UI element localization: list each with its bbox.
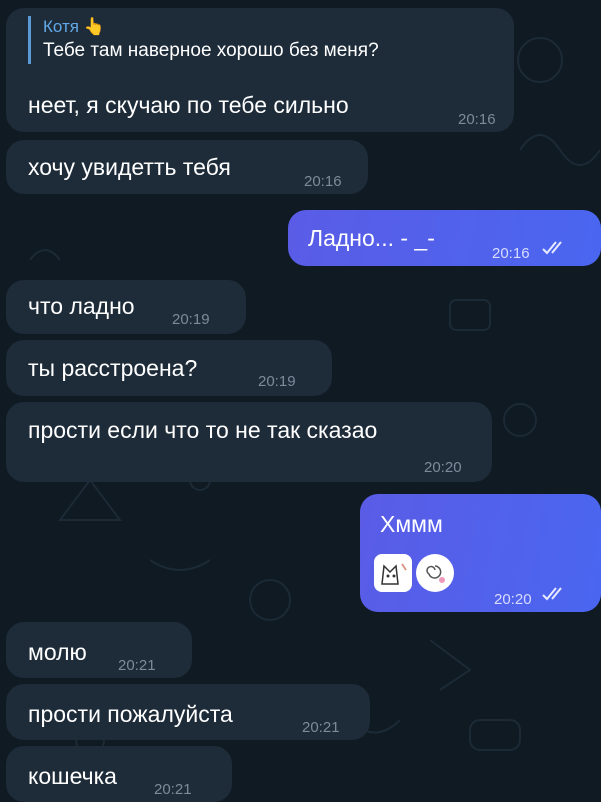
message-bubble-incoming[interactable]: молю 20:21	[6, 622, 192, 678]
message-time: 20:16	[458, 111, 496, 128]
message-text: прости пожалуйста	[28, 701, 233, 727]
message-text: прости если что то не так сказао	[28, 417, 378, 443]
message-text: что ладно	[28, 293, 135, 319]
message-text: молю	[28, 639, 87, 665]
double-check-icon	[542, 241, 562, 255]
pointing-up-emoji-icon: 👆	[83, 17, 105, 36]
message-bubble-incoming[interactable]: прости если что то не так сказао 20:20	[6, 402, 492, 482]
message-bubble-incoming[interactable]: ты расстроена? 20:19	[6, 340, 332, 396]
message-time: 20:19	[258, 373, 296, 390]
reply-sender-name: Котя	[43, 17, 79, 36]
chat-messages[interactable]: Котя 👆 Тебе там наверное хорошо без меня…	[0, 0, 601, 802]
message-text: Ладно... - _-	[308, 225, 435, 251]
reply-quote[interactable]: Котя 👆 Тебе там наверное хорошо без меня…	[28, 16, 379, 64]
message-bubble-outgoing[interactable]: Ладно... - _- 20:16	[288, 210, 601, 266]
swirl-sticker-icon[interactable]	[416, 554, 454, 592]
message-bubble-incoming[interactable]: что ладно 20:19	[6, 280, 246, 334]
message-text: ты расстроена?	[28, 355, 198, 381]
message-bubble-incoming[interactable]: Котя 👆 Тебе там наверное хорошо без меня…	[6, 8, 514, 132]
message-time: 20:19	[172, 311, 210, 328]
message-time: 20:21	[118, 657, 156, 674]
message-time: 20:20	[424, 459, 462, 476]
message-text: Хммм	[380, 511, 443, 537]
message-time: 20:16	[304, 173, 342, 190]
message-bubble-incoming[interactable]: кошечка 20:21	[6, 746, 232, 802]
cat-sticker-icon[interactable]	[374, 554, 412, 592]
message-time: 20:21	[154, 781, 192, 798]
message-time: 20:21	[302, 719, 340, 736]
message-text: хочу увидетть тебя	[28, 154, 231, 180]
message-bubble-outgoing[interactable]: Хммм 20:20	[360, 494, 601, 612]
message-text: неет, я скучаю по тебе сильно	[28, 92, 349, 118]
reply-quoted-text: Тебе там наверное хорошо без меня?	[43, 40, 379, 61]
double-check-icon	[542, 587, 562, 601]
message-time: 20:16	[492, 245, 530, 262]
message-time: 20:20	[494, 591, 532, 608]
message-bubble-incoming[interactable]: прости пожалуйста 20:21	[6, 684, 370, 740]
message-text: кошечка	[28, 763, 117, 789]
message-bubble-incoming[interactable]: хочу увидетть тебя 20:16	[6, 140, 368, 194]
